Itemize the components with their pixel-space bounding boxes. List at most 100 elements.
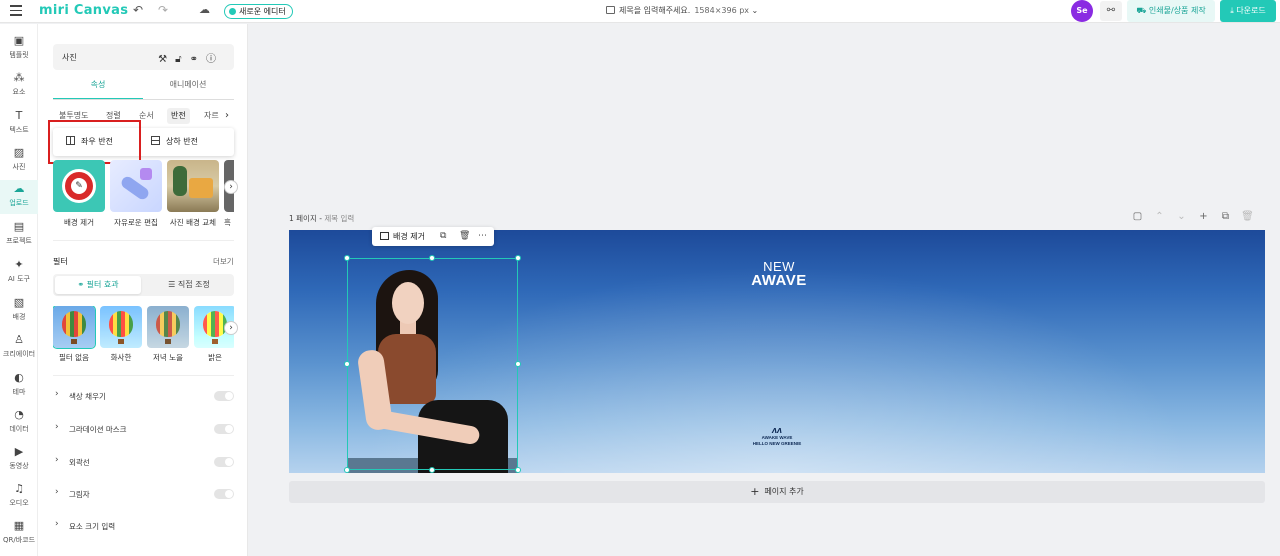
rail-item-data[interactable]: ◔ 데이터	[0, 406, 38, 440]
rail-item-label: QR/바코드	[2, 536, 36, 544]
option-label: 요소 크기 입력	[69, 522, 116, 531]
chevron-right-icon[interactable]: ›	[219, 108, 235, 124]
chevron-right-icon: ›	[55, 519, 59, 529]
duplicate-icon[interactable]: ⧉	[440, 230, 446, 243]
tab-animation[interactable]: 애니메이션	[143, 76, 233, 100]
document-title[interactable]: 제목을 입력해주세요. 1584×396 px ⌄	[606, 4, 758, 18]
chevron-right-icon[interactable]: ›	[224, 321, 238, 335]
resize-handle-right[interactable]	[515, 361, 521, 367]
add-page-label: 페이지 추가	[764, 487, 804, 496]
rail-item-video[interactable]: ▶ 동영상	[0, 443, 38, 477]
rail-item-photos[interactable]: ▨ 사진	[0, 144, 38, 178]
rail-item-upload[interactable]: ☁ 업로드	[0, 180, 38, 214]
resize-handle-top[interactable]	[429, 255, 435, 261]
download-label: 다운로드	[1236, 6, 1266, 15]
filter-none[interactable]: 필터 없음	[53, 306, 96, 363]
card-replace-background[interactable]: 사진 배경 교체	[167, 160, 219, 228]
gradient-mask-toggle[interactable]	[214, 424, 234, 434]
rail-item-ai-tools[interactable]: ✦ AI 도구	[0, 256, 38, 290]
rail-item-elements[interactable]: ⁂ 요소	[0, 69, 38, 103]
document-size[interactable]: 1584×396 px	[694, 6, 749, 15]
memo-icon[interactable]: ▢	[1131, 211, 1144, 222]
resize-handle-bottom-left[interactable]	[344, 467, 350, 473]
edit-badge-icon: ✎	[62, 169, 96, 203]
trash-icon[interactable]: 🗑︎	[1241, 211, 1254, 222]
remove-background-button[interactable]: 배경 제거	[380, 230, 425, 243]
chevron-up-icon[interactable]: ⌃	[1153, 211, 1166, 222]
manual-adjust-button[interactable]: ☰ 직접 조정	[146, 276, 232, 294]
add-icon[interactable]: +	[1197, 211, 1210, 222]
chevron-right-icon[interactable]: ›	[224, 180, 238, 194]
resize-handle-top-right[interactable]	[515, 255, 521, 261]
new-editor-badge[interactable]: 새로운 에디터	[224, 4, 293, 19]
menu-icon[interactable]	[10, 5, 22, 17]
print-product-label: 인쇄물/상품 제작	[1148, 6, 1206, 15]
outline-toggle[interactable]	[214, 457, 234, 467]
document-title-text: 제목을 입력해주세요.	[619, 6, 691, 15]
replace-background-thumbnail	[167, 160, 219, 212]
option-element-size[interactable]: › 요소 크기 입력	[53, 518, 234, 534]
rail-item-templates[interactable]: ▣ 템플릿	[0, 32, 38, 66]
lock-icon[interactable]: 🔓︎	[175, 54, 189, 65]
print-product-button[interactable]: ⛟ 인쇄물/상품 제작	[1127, 0, 1215, 22]
duplicate-icon[interactable]: ⧉	[1219, 211, 1232, 222]
resize-handle-top-left[interactable]	[344, 255, 350, 261]
left-rail: ▣ 템플릿 ⁂ 요소 T 텍스트 ▨ 사진 ☁ 업로드 ▤ 프로젝트 ✦ AI 도구 ▧ 배경 …	[0, 24, 38, 556]
elements-icon: ⁂	[13, 71, 25, 84]
chair-icon	[189, 178, 213, 198]
link-icon[interactable]: ⚭	[190, 54, 206, 65]
chevron-down-icon: ⌄	[749, 6, 759, 15]
info-icon[interactable]: ⓘ	[206, 54, 224, 65]
selection-box[interactable]	[347, 258, 518, 470]
resize-handle-bottom-right[interactable]	[515, 467, 521, 473]
highlight-box	[48, 120, 141, 164]
option-color-fill[interactable]: › 색상 채우기	[53, 388, 234, 404]
subtab-flip[interactable]: 반전	[167, 108, 190, 124]
resize-handle-left[interactable]	[344, 361, 350, 367]
paint-roller-icon[interactable]: ⚒	[158, 54, 175, 65]
headline[interactable]: NEW AWAVE	[719, 260, 839, 288]
chevron-down-icon[interactable]: ⌄	[1175, 211, 1188, 222]
tab-properties[interactable]: 속성	[53, 76, 143, 100]
basket-shape	[118, 339, 124, 344]
rail-item-creator[interactable]: ♙ 크리에이터	[0, 331, 38, 365]
cloud-save-icon[interactable]: ☁	[199, 3, 210, 16]
rail-item-projects[interactable]: ▤ 프로젝트	[0, 218, 38, 252]
rail-item-label: 템플릿	[9, 51, 29, 59]
resize-handle-bottom[interactable]	[429, 467, 435, 473]
filter-sunset[interactable]: 저녁 노을	[147, 306, 189, 363]
brand-logo[interactable]: ʌʌ AWAKE WAVE HELLO NEW GREENIE	[737, 426, 817, 447]
trash-icon[interactable]: 🗑︎	[459, 230, 470, 243]
flip-vertical-option[interactable]: 상하 반전	[151, 134, 198, 150]
option-label: 그림자	[69, 490, 90, 499]
option-outline[interactable]: › 외곽선	[53, 454, 234, 470]
filter-label: 화사한	[110, 353, 132, 362]
wave-logo-icon: ʌʌ	[771, 425, 782, 435]
add-page-button[interactable]: + 페이지 추가	[289, 481, 1265, 503]
more-icon[interactable]: ⋯	[478, 230, 487, 243]
undo-icon[interactable]: ↶	[133, 3, 143, 17]
share-icon[interactable]: ⚯	[1100, 1, 1122, 21]
filter-thumbnail	[53, 306, 96, 349]
rail-item-qr[interactable]: ▦ QR/바코드	[0, 517, 38, 551]
chevron-right-icon: ›	[55, 455, 59, 465]
card-free-edit[interactable]: 자유로운 편집	[110, 160, 162, 228]
option-shadow[interactable]: › 그림자	[53, 486, 234, 502]
redo-icon[interactable]: ↷	[158, 3, 168, 17]
card-more[interactable]: 흑	[224, 160, 234, 228]
color-fill-toggle[interactable]	[214, 391, 234, 401]
rail-item-audio[interactable]: ♫ 오디오	[0, 480, 38, 514]
rail-item-theme[interactable]: ◐ 테마	[0, 369, 38, 403]
download-button[interactable]: ⤓ 다운로드	[1220, 0, 1276, 22]
filter-bright[interactable]: 화사한	[100, 306, 142, 363]
page-title-input[interactable]: 제목 입력	[324, 214, 354, 223]
avatar[interactable]: Se	[1071, 0, 1093, 22]
filter-effect-button[interactable]: ⚭ 필터 효과	[55, 276, 141, 294]
rail-item-background[interactable]: ▧ 배경	[0, 294, 38, 328]
option-gradient-mask[interactable]: › 그라데이션 마스크	[53, 421, 234, 437]
filter-more-link[interactable]: 더보기	[213, 256, 234, 267]
shadow-toggle[interactable]	[214, 489, 234, 499]
card-remove-background[interactable]: ✎ 배경 제거	[53, 160, 105, 228]
rail-item-text[interactable]: T 텍스트	[0, 107, 38, 141]
app-logo[interactable]: miri Canvas	[39, 3, 128, 18]
